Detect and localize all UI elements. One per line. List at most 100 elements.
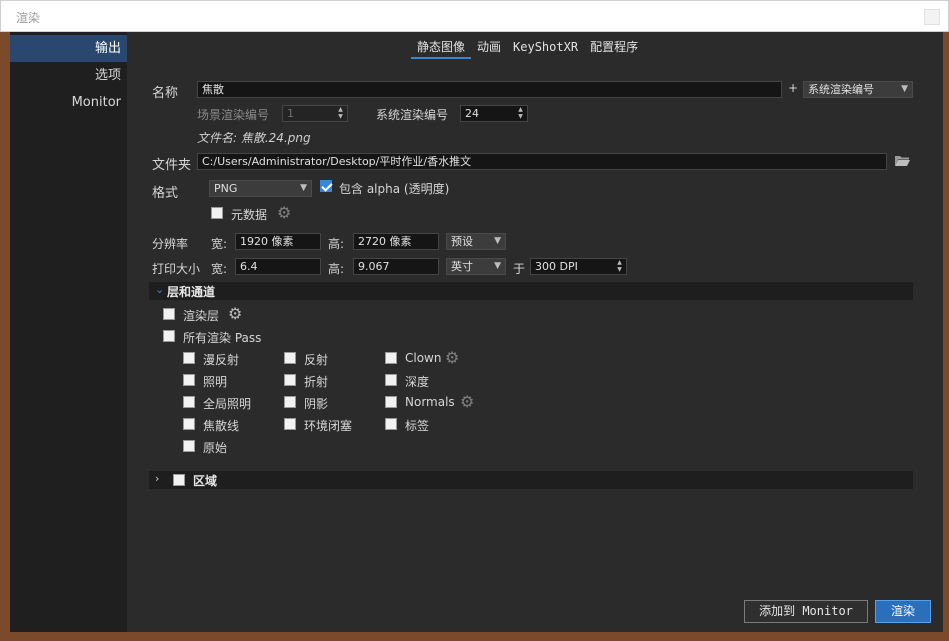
folder-open-icon[interactable]: [894, 154, 911, 167]
spinner-arrows-icon: ▲ ▼: [617, 259, 622, 273]
pass-reflection-label: 反射: [304, 353, 329, 367]
print-height-label: 高:: [328, 262, 345, 276]
add-to-monitor-button[interactable]: 添加到 Monitor: [744, 600, 868, 623]
width-label: 宽:: [211, 237, 228, 251]
chevron-down-icon: ▼: [494, 236, 501, 246]
normals-gear-icon[interactable]: ⚙: [460, 394, 474, 410]
tab-bar: 静态图像 动画 KeyShotXR 配置程序: [411, 37, 644, 59]
name-input[interactable]: 焦散: [197, 81, 782, 98]
region-section-title: 区域: [193, 474, 218, 488]
system-number-label: 系统渲染编号: [376, 108, 449, 122]
unit-dropdown[interactable]: 英寸 ▼: [446, 258, 506, 275]
pass-labels-label: 标签: [405, 419, 430, 433]
print-width-label: 宽:: [211, 262, 228, 276]
metadata-gear-icon[interactable]: ⚙: [277, 205, 291, 221]
dpi-value: 300 DPI: [535, 260, 578, 273]
height-label: 高:: [328, 237, 345, 251]
region-checkbox[interactable]: [173, 474, 185, 486]
scene-number-input[interactable]: 1 ▲ ▼: [282, 105, 348, 122]
chevron-right-icon: ›: [155, 472, 160, 485]
preset-dropdown[interactable]: 预设 ▼: [446, 233, 506, 250]
pass-depth-checkbox[interactable]: [385, 374, 397, 386]
pass-ao-checkbox[interactable]: [284, 418, 296, 430]
tab-animation[interactable]: 动画: [471, 37, 507, 59]
pass-gi-label: 全局照明: [203, 397, 252, 411]
alpha-checkbox[interactable]: [320, 180, 332, 192]
resolution-label: 分辨率: [152, 237, 189, 251]
pass-raw-checkbox[interactable]: [183, 440, 195, 452]
clown-gear-icon[interactable]: ⚙: [445, 350, 459, 366]
name-suffix-dropdown[interactable]: 系统渲染编号 ▼: [803, 81, 913, 98]
chevron-down-icon: ▼: [494, 261, 501, 271]
width-input[interactable]: 1920 像素: [235, 233, 321, 250]
pass-normals-label: Normals: [405, 395, 455, 409]
layers-section-title: 层和通道: [167, 285, 216, 299]
window-title: 渲染: [16, 11, 41, 25]
pass-caustics-checkbox[interactable]: [183, 418, 195, 430]
sidebar-item-options[interactable]: 选项: [10, 62, 127, 89]
pass-depth-label: 深度: [405, 375, 430, 389]
title-bar: 渲染: [0, 0, 949, 32]
pass-caustics-label: 焦散线: [203, 419, 240, 433]
system-number-input[interactable]: 24 ▲ ▼: [460, 105, 528, 122]
pass-normals-checkbox[interactable]: [385, 396, 397, 408]
pass-diffuse-label: 漫反射: [203, 353, 240, 367]
print-height-input[interactable]: 9.067: [353, 258, 439, 275]
sidebar: 输出 选项 Monitor: [10, 32, 127, 632]
dpi-input[interactable]: 300 DPI ▲ ▼: [530, 258, 627, 275]
print-size-label: 打印大小: [152, 262, 201, 276]
close-button[interactable]: [924, 9, 940, 25]
height-input[interactable]: 2720 像素: [353, 233, 439, 250]
pass-gi-checkbox[interactable]: [183, 396, 195, 408]
pass-reflection-checkbox[interactable]: [284, 352, 296, 364]
name-label: 名称: [152, 86, 179, 101]
pass-refraction-label: 折射: [304, 375, 329, 389]
at-label: 于: [513, 262, 526, 276]
chevron-down-icon: ▼: [300, 183, 307, 193]
pass-lighting-checkbox[interactable]: [183, 374, 195, 386]
chevron-down-icon: ▼: [901, 84, 908, 94]
pass-raw-label: 原始: [203, 441, 228, 455]
format-dropdown[interactable]: PNG ▼: [209, 180, 312, 197]
tab-still-image[interactable]: 静态图像: [411, 37, 472, 59]
format-label: 格式: [152, 186, 179, 201]
pass-refraction-checkbox[interactable]: [284, 374, 296, 386]
all-passes-label: 所有渲染 Pass: [183, 331, 262, 345]
plus-label: +: [788, 81, 799, 95]
alpha-label: 包含 alpha (透明度): [339, 182, 450, 196]
pass-shadow-label: 阴影: [304, 397, 329, 411]
sidebar-item-output[interactable]: 输出: [10, 35, 127, 62]
system-number-value: 24: [465, 107, 479, 120]
print-width-input[interactable]: 6.4: [235, 258, 321, 275]
spinner-arrows-icon: ▲ ▼: [518, 106, 523, 120]
pass-diffuse-checkbox[interactable]: [183, 352, 195, 364]
tab-configurator[interactable]: 配置程序: [584, 37, 644, 59]
pass-clown-label: Clown: [405, 351, 442, 365]
chevron-down-icon: ⌄: [155, 283, 165, 296]
render-button[interactable]: 渲染: [875, 600, 931, 623]
preset-value: 预设: [451, 235, 473, 248]
pass-clown-checkbox[interactable]: [385, 352, 397, 364]
main-panel: 静态图像 动画 KeyShotXR 配置程序 名称 焦散 + 系统渲染编号 ▼ …: [127, 32, 943, 632]
unit-value: 英寸: [451, 260, 473, 273]
render-layers-label: 渲染层: [183, 309, 220, 323]
format-value: PNG: [214, 182, 238, 195]
scene-number-value: 1: [287, 107, 294, 120]
render-layers-checkbox[interactable]: [163, 308, 175, 320]
spinner-arrows-icon: ▲ ▼: [338, 106, 343, 120]
layers-section-header[interactable]: ⌄ 层和通道: [149, 282, 913, 300]
all-passes-checkbox[interactable]: [163, 330, 175, 342]
pass-shadow-checkbox[interactable]: [284, 396, 296, 408]
filename-preview: 文件名: 焦散.24.png: [197, 131, 311, 145]
region-section-header[interactable]: › 区域: [149, 471, 913, 489]
sidebar-item-monitor[interactable]: Monitor: [10, 89, 127, 116]
scene-number-label: 场景渲染编号: [197, 108, 270, 122]
pass-labels-checkbox[interactable]: [385, 418, 397, 430]
metadata-label: 元数据: [231, 208, 268, 222]
render-layers-gear-icon[interactable]: ⚙: [228, 306, 242, 322]
metadata-checkbox[interactable]: [211, 207, 223, 219]
folder-input[interactable]: C:/Users/Administrator/Desktop/平时作业/香水推文: [197, 153, 887, 170]
tab-keyshotxr[interactable]: KeyShotXR: [507, 37, 584, 59]
pass-ao-label: 环境闭塞: [304, 419, 353, 433]
pass-lighting-label: 照明: [203, 375, 228, 389]
